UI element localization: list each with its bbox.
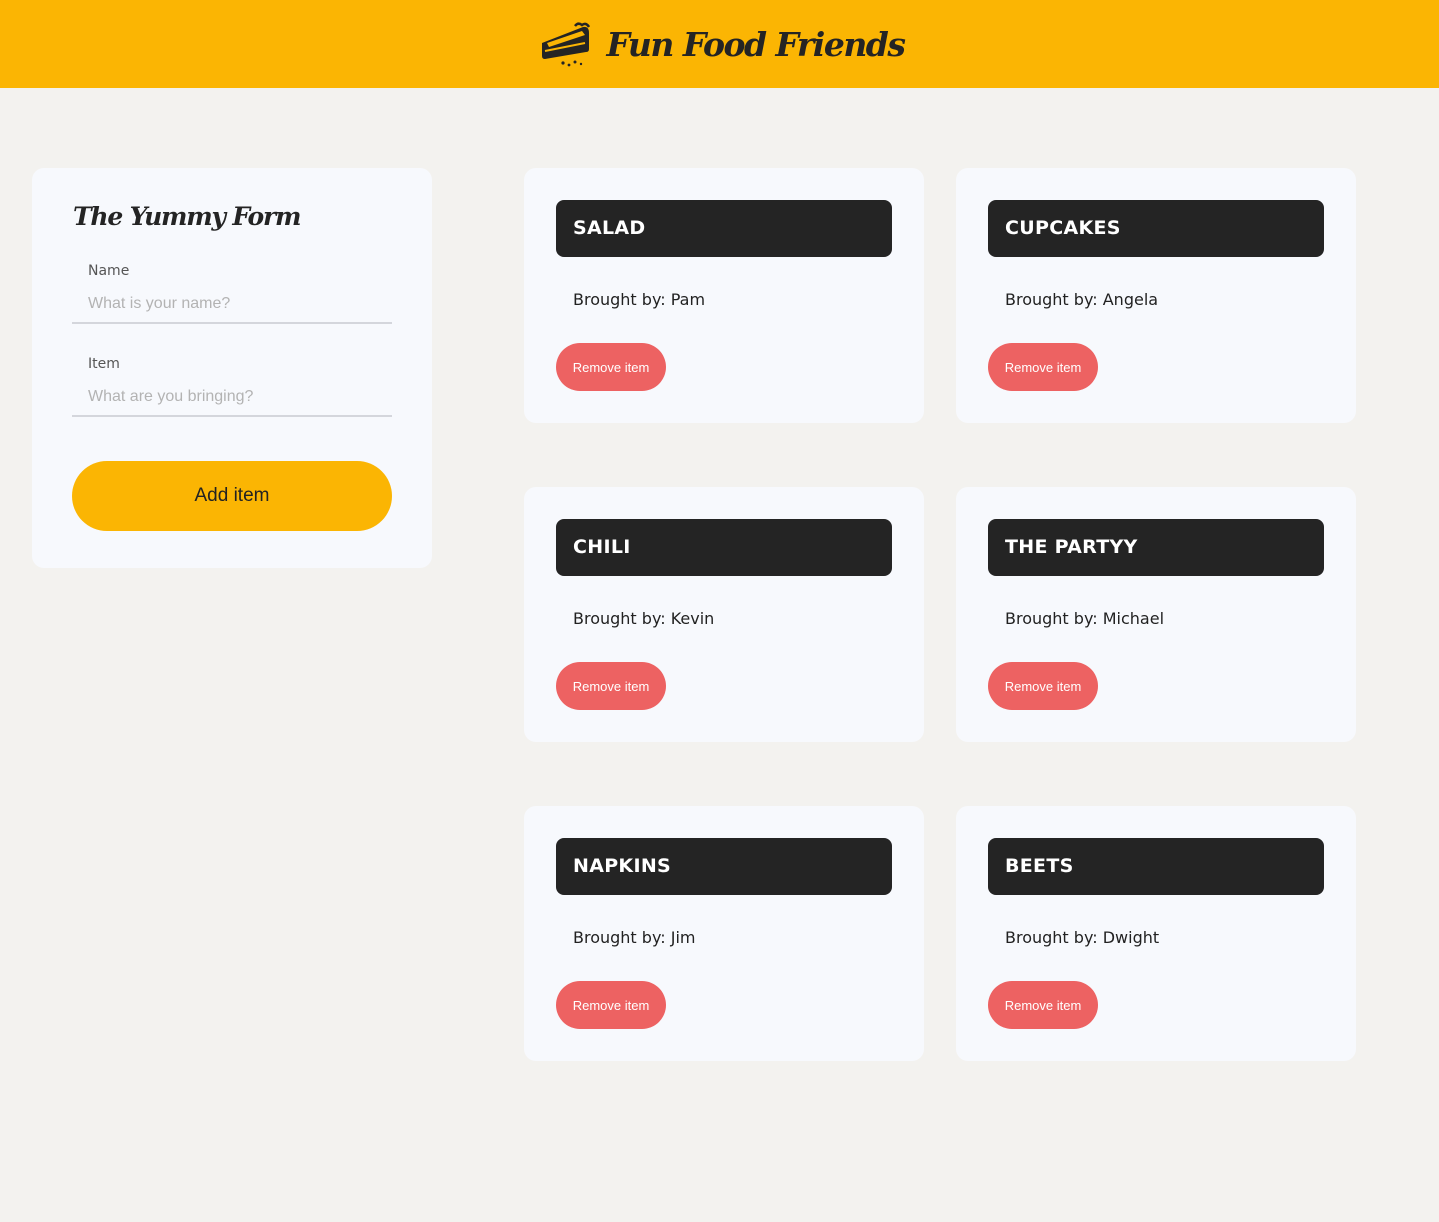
item-card: NAPKINS Brought by: Jim Remove item <box>524 806 924 1061</box>
item-brought-by: Brought by: Kevin <box>573 609 715 628</box>
item-card: CHILI Brought by: Kevin Remove item <box>524 487 924 742</box>
item-name: BEETS <box>988 838 1324 895</box>
remove-item-button[interactable]: Remove item <box>556 343 666 391</box>
remove-item-button[interactable]: Remove item <box>556 981 666 1029</box>
item-card: THE PARTYY Brought by: Michael Remove it… <box>956 487 1356 742</box>
item-brought-by: Brought by: Pam <box>573 290 706 309</box>
top-bar: Fun Food Friends <box>0 0 1439 88</box>
item-card: SALAD Brought by: Pam Remove item <box>524 168 924 423</box>
item-brought-by: Brought by: Michael <box>1005 609 1165 628</box>
item-brought-by: Brought by: Jim <box>573 928 696 947</box>
name-field-group: Name <box>72 238 392 331</box>
item-field-group: Item <box>72 331 392 424</box>
item-brought-by: Brought by: Angela <box>1005 290 1159 309</box>
app-title: Fun Food Friends <box>606 24 906 64</box>
form-title: The Yummy Form <box>73 202 301 231</box>
item-name: CHILI <box>556 519 892 576</box>
pie-slice-icon <box>541 22 590 67</box>
item-card: BEETS Brought by: Dwight Remove item <box>956 806 1356 1061</box>
item-name: CUPCAKES <box>988 200 1324 257</box>
add-item-form: The Yummy Form Name Item Add item <box>32 168 432 568</box>
remove-item-button[interactable]: Remove item <box>988 662 1098 710</box>
item-input[interactable] <box>72 379 392 417</box>
item-name: THE PARTYY <box>988 519 1324 576</box>
name-label: Name <box>88 263 130 279</box>
remove-item-button[interactable]: Remove item <box>556 662 666 710</box>
brand: Fun Food Friends <box>539 21 906 67</box>
name-input[interactable] <box>72 286 392 324</box>
remove-item-button[interactable]: Remove item <box>988 343 1098 391</box>
item-card: CUPCAKES Brought by: Angela Remove item <box>956 168 1356 423</box>
item-brought-by: Brought by: Dwight <box>1005 928 1160 947</box>
item-label: Item <box>88 356 120 372</box>
remove-item-button[interactable]: Remove item <box>988 981 1098 1029</box>
item-list: SALAD Brought by: Pam Remove item CUPCAK… <box>524 168 1356 1061</box>
item-name: SALAD <box>556 200 892 257</box>
add-item-button[interactable]: Add item <box>72 461 392 531</box>
item-name: NAPKINS <box>556 838 892 895</box>
